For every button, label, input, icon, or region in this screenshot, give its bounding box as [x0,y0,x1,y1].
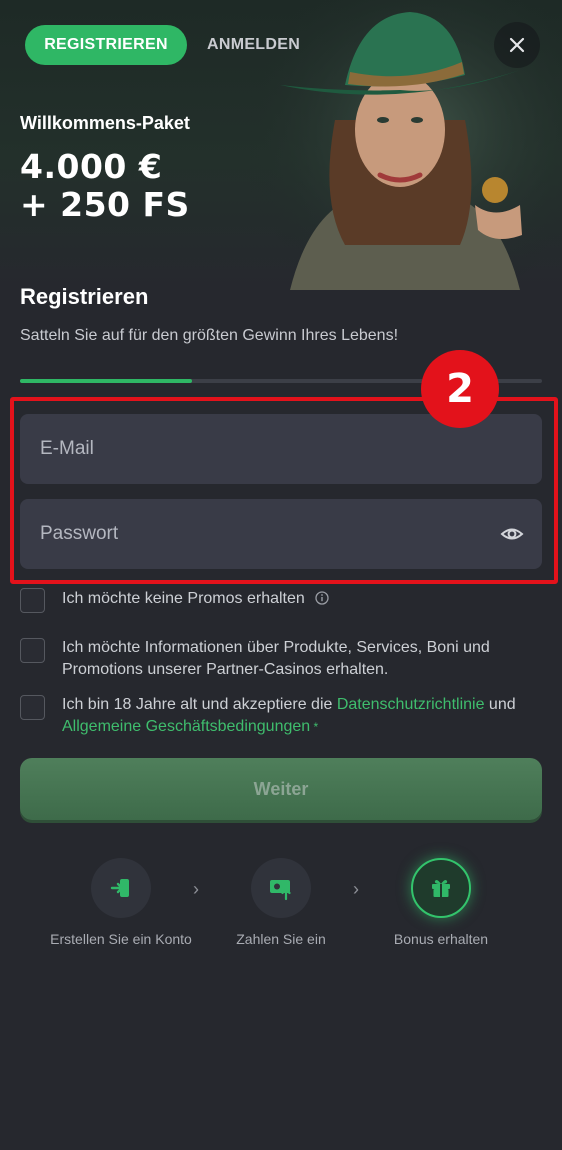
privacy-policy-link[interactable]: Datenschutzrichtlinie [337,696,485,713]
step-label: Erstellen Sie ein Konto [50,931,192,947]
page-subtitle: Satteln Sie auf für den größten Gewinn I… [20,327,399,344]
checkbox-no-promos[interactable] [20,588,45,613]
required-mark: * [310,720,319,734]
step-label: Bonus erhalten [393,931,489,947]
highlight-box [10,397,558,584]
close-icon [509,37,525,53]
next-button[interactable]: Weiter [20,758,542,820]
gift-icon [432,880,450,897]
tab-login[interactable]: ANMELDEN [207,25,300,65]
info-icon[interactable] [315,591,329,605]
promo-label: Willkommens-Paket [20,113,190,133]
promo-amount-line2: + 250 FS [20,184,190,224]
terms-link[interactable]: Allgemeine Geschäftsbedingungen [62,718,310,735]
step-marker-badge: 2 [421,350,499,428]
step-label: Zahlen Sie ein [236,931,326,947]
top-bar: REGISTRIEREN ANMELDEN [0,0,562,90]
checkbox-partner-info[interactable] [20,638,45,663]
checkbox-label: Ich bin 18 Jahre alt und akzeptiere die … [62,696,516,735]
chevron-right-icon: › [193,879,199,899]
chevron-right-icon: › [353,879,359,899]
deposit-icon [270,880,291,901]
promo-amount: 4.000 € + 250 FS [20,148,190,224]
promo-amount-line1: 4.000 € [20,147,163,186]
login-icon [110,879,129,897]
page-title: Registrieren [20,284,149,309]
checkbox-label: Ich möchte Informationen über Produkte, … [62,639,490,678]
progress-fill [20,379,193,383]
tab-register[interactable]: REGISTRIEREN [25,25,187,65]
close-button[interactable] [494,22,540,68]
checkbox-label: Ich möchte keine Promos erhalten [62,590,305,607]
checkbox-terms[interactable] [20,695,45,720]
